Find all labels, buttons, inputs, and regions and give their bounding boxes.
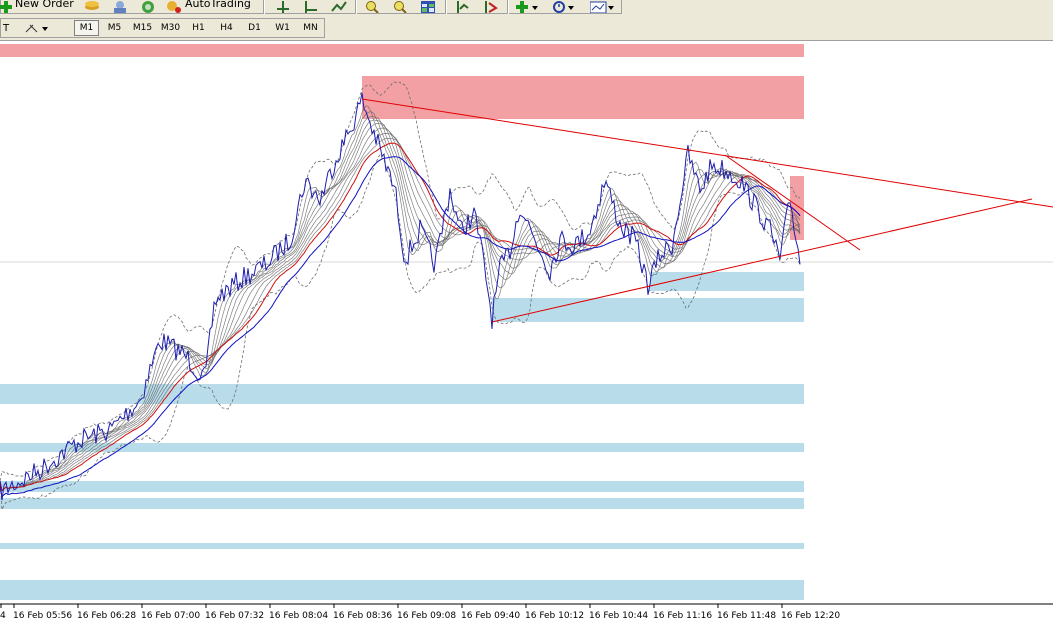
timeframe-mn[interactable]: MN xyxy=(298,20,323,36)
toolbar: New Order AutoTrading T M1 M5 M15 M30 H1… xyxy=(0,0,1053,41)
strategy-tester-icon xyxy=(142,1,154,13)
navigator-icon xyxy=(114,1,126,13)
demand-zone xyxy=(0,481,804,492)
demand-zone xyxy=(0,498,804,509)
time-axis-label: 16 Feb 09:08 xyxy=(397,611,456,621)
autotrading-icon xyxy=(167,1,181,13)
strategy-tester-button[interactable] xyxy=(140,0,156,14)
supply-zone xyxy=(362,76,804,119)
zoom-in-icon xyxy=(366,1,379,13)
time-axis-label: 16 Feb 05:56 xyxy=(13,611,72,621)
market-watch-button[interactable] xyxy=(84,0,100,14)
timeframe-h4[interactable]: H4 xyxy=(214,20,239,36)
new-order-icon xyxy=(0,1,12,13)
time-axis-label: 16 Feb 09:40 xyxy=(461,611,520,621)
timeframe-d1[interactable]: D1 xyxy=(242,20,267,36)
time-axis-label: 4 xyxy=(0,611,6,621)
price-chart[interactable]: 4 16 Feb 05:56 16 Feb 06:28 16 Feb 07:00 16 … xyxy=(0,41,1053,637)
arrows-dropdown-icon xyxy=(25,24,48,33)
indicators-button[interactable] xyxy=(516,0,538,14)
crosshair-icon xyxy=(277,1,289,13)
demand-zone xyxy=(0,384,804,404)
chart-shift-button[interactable] xyxy=(455,0,471,14)
time-axis-label: 16 Feb 12:20 xyxy=(781,611,840,621)
toolbar-row-standard: New Order AutoTrading xyxy=(0,0,630,14)
chart-shift-icon xyxy=(457,1,469,13)
time-axis-label: 16 Feb 08:04 xyxy=(269,611,328,621)
crosshair-button[interactable] xyxy=(275,0,291,14)
zoom-out-button[interactable] xyxy=(392,0,408,14)
navigator-button[interactable] xyxy=(112,0,128,14)
tile-windows-icon xyxy=(421,1,435,13)
line-chart-button[interactable] xyxy=(331,0,347,14)
toolbar-separator xyxy=(355,0,357,14)
demand-zone xyxy=(0,443,804,452)
toolbar-separator xyxy=(507,0,509,14)
templates-button[interactable] xyxy=(590,0,614,14)
chart-window[interactable]: 4 16 Feb 05:56 16 Feb 06:28 16 Feb 07:00 16 … xyxy=(0,41,1053,637)
time-axis-label: 16 Feb 08:36 xyxy=(333,611,392,621)
new-order-button[interactable]: New Order xyxy=(0,0,74,14)
line-chart-icon xyxy=(331,1,347,12)
timeframe-m15[interactable]: M15 xyxy=(130,20,155,36)
autotrading-label: AutoTrading xyxy=(185,0,251,10)
periodicity-icon xyxy=(553,1,574,13)
demand-zone xyxy=(650,272,804,291)
tile-windows-button[interactable] xyxy=(420,0,436,14)
toolbar-row-periods: T M1 M5 M15 M30 H1 H4 D1 W1 MN xyxy=(0,17,340,39)
autoscroll-button[interactable] xyxy=(483,0,499,14)
time-axis-label: 16 Feb 10:12 xyxy=(525,611,584,621)
timeframe-m30[interactable]: M30 xyxy=(158,20,183,36)
demand-zone xyxy=(0,580,804,600)
periodicity-button[interactable] xyxy=(552,0,574,14)
autoscroll-icon xyxy=(485,1,498,13)
time-axis-label: 16 Feb 10:44 xyxy=(589,611,648,621)
demand-zone xyxy=(492,298,804,322)
new-order-label: New Order xyxy=(15,0,74,10)
text-tool-button[interactable]: T xyxy=(0,20,12,36)
time-axis-label: 16 Feb 07:32 xyxy=(205,611,264,621)
toolbar-separator xyxy=(263,0,265,14)
zoom-out-icon xyxy=(394,1,407,13)
timeframe-h1[interactable]: H1 xyxy=(186,20,211,36)
period-separator-button[interactable] xyxy=(303,0,319,14)
time-axis-label: 16 Feb 11:16 xyxy=(653,611,712,621)
period-separator-icon xyxy=(305,1,317,13)
templates-icon xyxy=(590,1,614,13)
supply-zone xyxy=(0,44,804,57)
time-axis-label: 16 Feb 11:48 xyxy=(717,611,776,621)
drawing-tools-dropdown[interactable] xyxy=(22,20,52,36)
indicators-icon xyxy=(516,1,538,13)
zoom-in-button[interactable] xyxy=(364,0,380,14)
timeframe-w1[interactable]: W1 xyxy=(270,20,295,36)
toolbar-separator xyxy=(445,0,447,14)
demand-zone xyxy=(0,543,804,549)
lower-band-line xyxy=(0,153,801,510)
market-watch-icon xyxy=(85,1,99,10)
timeframe-m5[interactable]: M5 xyxy=(102,20,127,36)
time-axis-label: 16 Feb 07:00 xyxy=(141,611,200,621)
autotrading-button[interactable]: AutoTrading xyxy=(166,0,251,14)
timeframe-m1[interactable]: M1 xyxy=(74,20,99,36)
time-axis-label: 16 Feb 06:28 xyxy=(77,611,136,621)
